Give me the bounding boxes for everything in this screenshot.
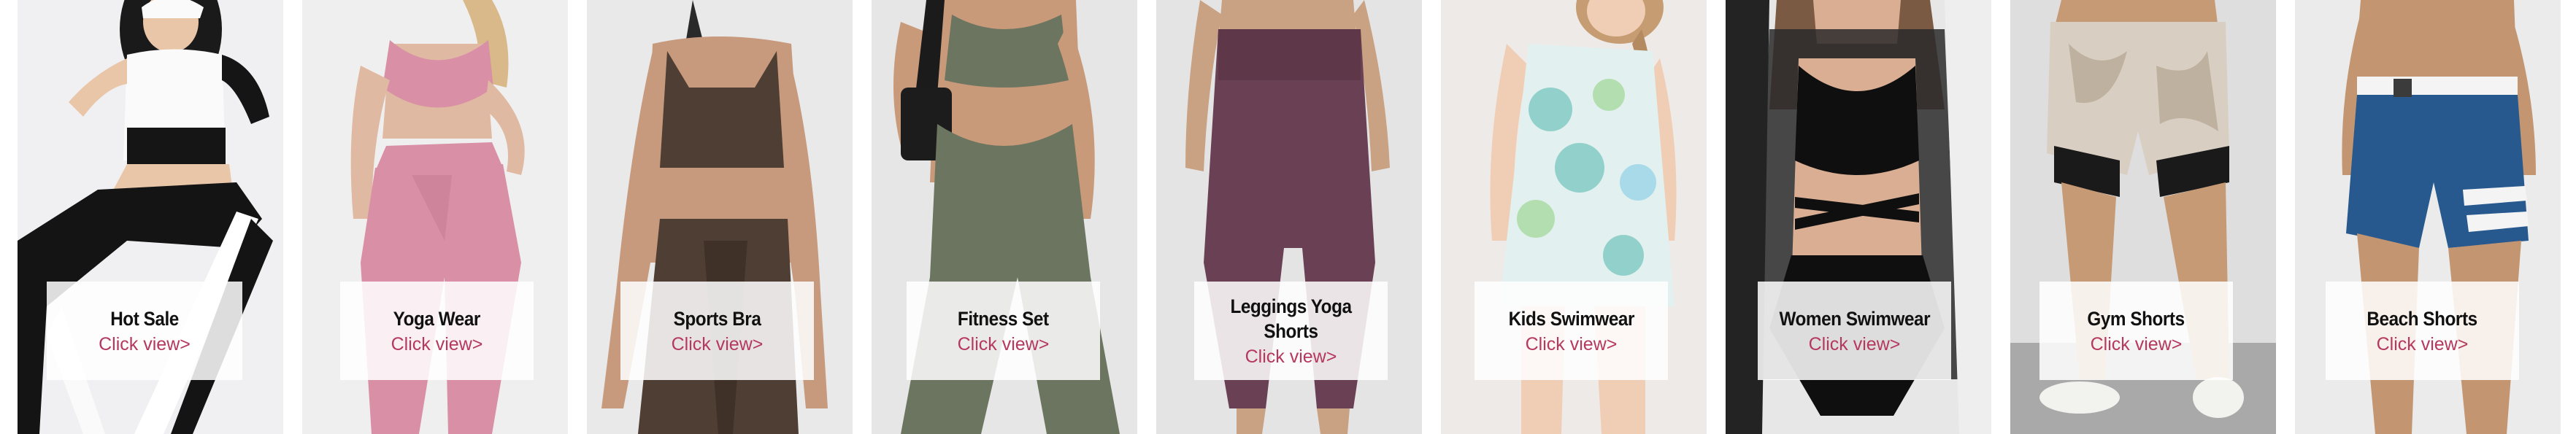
click-view-link[interactable]: Click view> <box>958 333 1050 356</box>
category-card-fitness-set[interactable]: Fitness Set Click view> <box>872 0 1137 434</box>
click-view-link[interactable]: Click view> <box>391 333 483 356</box>
category-title: Hot Sale <box>110 307 179 330</box>
category-label-box: Beach Shorts Click view> <box>2326 282 2519 380</box>
category-card-hot-sale[interactable]: Hot Sale Click view> <box>18 0 283 434</box>
category-title: Leggings Yoga Shorts <box>1230 295 1352 342</box>
category-label-box: Leggings Yoga Shorts Click view> <box>1194 282 1388 380</box>
category-title: Fitness Set <box>958 307 1049 330</box>
click-view-link[interactable]: Click view> <box>672 333 764 356</box>
category-title: Women Swimwear <box>1779 307 1930 330</box>
click-view-link[interactable]: Click view> <box>2377 333 2469 356</box>
click-view-link[interactable]: Click view> <box>1245 345 1337 368</box>
category-title: Sports Bra <box>673 307 761 330</box>
category-title: Kids Swimwear <box>1508 307 1634 330</box>
click-view-link[interactable]: Click view> <box>2091 333 2183 356</box>
category-label-box: Hot Sale Click view> <box>47 282 242 380</box>
category-title: Yoga Wear <box>393 307 481 330</box>
click-view-link[interactable]: Click view> <box>1526 333 1618 356</box>
category-label-box: Fitness Set Click view> <box>907 282 1100 380</box>
category-card-yoga-wear[interactable]: Yoga Wear Click view> <box>302 0 568 434</box>
category-label-box: Women Swimwear Click view> <box>1758 282 1951 380</box>
category-title: Beach Shorts <box>2367 307 2478 330</box>
click-view-link[interactable]: Click view> <box>1809 333 1901 356</box>
category-card-beach-shorts[interactable]: Beach Shorts Click view> <box>2295 0 2561 434</box>
category-title: Gym Shorts <box>2087 307 2185 330</box>
category-card-leggings-yoga-shorts[interactable]: Leggings Yoga Shorts Click view> <box>1156 0 1422 434</box>
category-label-box: Yoga Wear Click view> <box>340 282 534 380</box>
category-label-box: Gym Shorts Click view> <box>2039 282 2233 380</box>
category-label-box: Kids Swimwear Click view> <box>1475 282 1668 380</box>
category-card-gym-shorts[interactable]: Gym Shorts Click view> <box>2010 0 2276 434</box>
category-card-women-swimwear[interactable]: Women Swimwear Click view> <box>1726 0 1991 434</box>
category-card-kids-swimwear[interactable]: Kids Swimwear Click view> <box>1441 0 1707 434</box>
category-card-sports-bra[interactable]: Sports Bra Click view> <box>587 0 853 434</box>
category-strip: Hot Sale Click view> Yoga Wear Click vie… <box>0 0 2576 434</box>
category-label-box: Sports Bra Click view> <box>620 282 814 380</box>
click-view-link[interactable]: Click view> <box>99 333 191 356</box>
